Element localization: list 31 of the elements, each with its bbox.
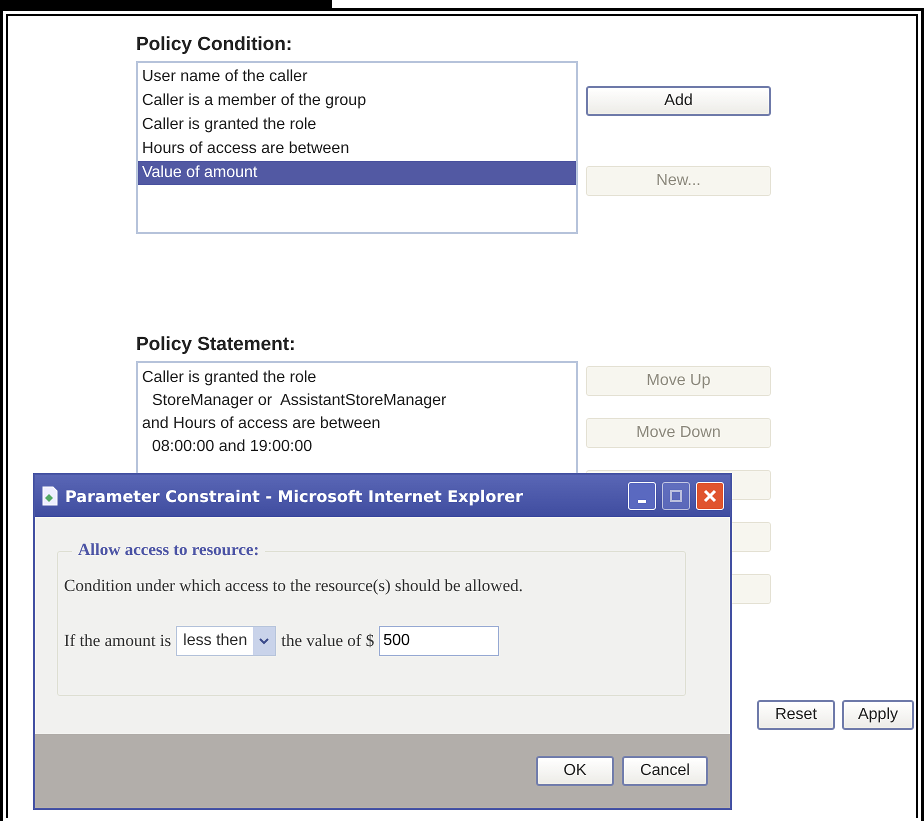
condition-option[interactable]: User name of the caller (138, 65, 576, 89)
dialog-button[interactable]: OK (536, 756, 614, 786)
page-icon (41, 486, 59, 506)
action-button[interactable]: Add (586, 86, 771, 116)
statement-line: and Hours of access are between (142, 414, 382, 434)
window-title: Parameter Constraint - Microsoft Internet Explorer (65, 486, 524, 506)
dialog-button[interactable]: Cancel (622, 756, 708, 786)
caret-icon (259, 638, 270, 644)
amount-field[interactable]: 500 (379, 626, 500, 656)
description-text: Condition under which access to the resource(s) should be allowed. (64, 576, 524, 596)
condition-option[interactable]: Value of amount (138, 161, 576, 185)
condition-option[interactable]: Caller is a member of the group (138, 89, 576, 113)
statement-line: 08:00:00 and 19:00:00 (151, 437, 314, 457)
condition-option[interactable]: Hours of access are between (138, 137, 576, 161)
statement-line: StoreManager or AssistantStoreManager (151, 391, 448, 411)
section-heading: Policy Condition: (136, 34, 294, 56)
minimize-icon (638, 500, 646, 502)
condition-list[interactable]: User name of the caller Caller is a member of the group Caller is granted the role Hours of access are between Value of amount (136, 61, 578, 234)
statement-line: Caller is granted the role (142, 368, 318, 388)
section-heading: Policy Statement: (136, 334, 296, 356)
form-button[interactable]: Reset (757, 700, 835, 730)
condition-option[interactable]: Caller is granted the role (138, 113, 576, 137)
minimize-button[interactable] (628, 482, 656, 510)
maximize-icon (670, 490, 682, 502)
operator-dropdown[interactable]: less then (176, 626, 276, 656)
condition-label: If the amount is (64, 631, 172, 651)
close-icon (703, 489, 717, 503)
close-button[interactable] (696, 482, 724, 510)
maximize-button[interactable] (662, 482, 690, 510)
form-button[interactable]: Apply (842, 700, 914, 730)
condition-label: the value of $ (281, 631, 374, 651)
